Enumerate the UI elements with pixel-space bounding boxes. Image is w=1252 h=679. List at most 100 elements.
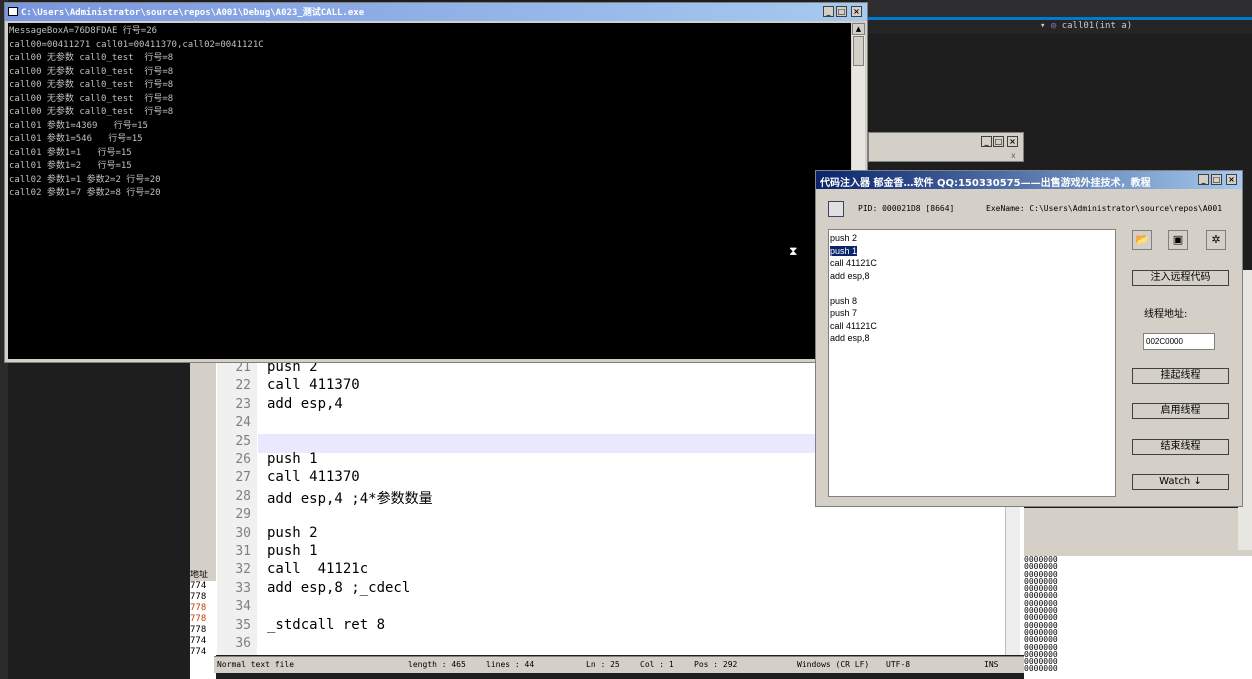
injector-code-line[interactable]: call 41121C — [830, 320, 1114, 333]
method-icon: ◎ — [1050, 21, 1057, 31]
code-injector-dialog: 代码注入器 郁金香…软件 QQ:150330575——出售游戏外挂技术，教程 _… — [815, 170, 1243, 507]
line-number: 25 — [235, 433, 251, 449]
member-dropdown[interactable]: ▾ ◎ call01(int a) — [1040, 20, 1132, 32]
minimize-button[interactable]: _ — [981, 136, 992, 147]
injector-titlebar[interactable]: 代码注入器 郁金香…软件 QQ:150330575——出售游戏外挂技术，教程 _… — [816, 171, 1242, 189]
exe-name: ExeName: C:\Users\Administrator\source\r… — [986, 204, 1223, 213]
inject-code-button[interactable]: 注入远程代码 — [1132, 270, 1229, 286]
console-text: MessageBoxA=76D8FDAE 行号=26 call00=0041127… — [9, 25, 264, 201]
console-line: call00 无参数 call0_test 行号=8 — [9, 66, 174, 77]
line-number: 27 — [235, 470, 251, 486]
console-line: call00 无参数 call0_test 行号=8 — [9, 93, 174, 104]
status-encoding: UTF-8 — [886, 660, 911, 669]
resume-thread-button[interactable]: 启用线程 — [1132, 403, 1229, 419]
editor-status-bar: Normal text file length : 465 lines : 44… — [214, 656, 1024, 673]
select-process-icon[interactable] — [828, 201, 844, 217]
address-value: 774 — [190, 581, 207, 591]
line-number: 24 — [235, 415, 251, 431]
open-folder-icon[interactable]: 📂 — [1132, 230, 1152, 250]
code-line[interactable]: call 411370 — [267, 469, 360, 485]
code-line[interactable]: push 1 — [267, 543, 318, 559]
code-line[interactable]: push 1 — [267, 451, 318, 467]
close-button[interactable]: × — [1226, 174, 1237, 185]
code-line[interactable]: _stdcall ret 8 — [267, 617, 385, 633]
settings-icon[interactable]: ✲ — [1206, 230, 1226, 250]
code-line[interactable]: push 2 — [267, 525, 318, 541]
line-number: 34 — [235, 599, 251, 615]
code-input[interactable]: push 2 push 1 call 41121C add esp,8 push 8 pu… — [828, 229, 1116, 497]
console-line: call00 无参数 call0_test 行号=8 — [9, 80, 174, 90]
injector-code-line[interactable]: add esp,8 — [830, 332, 1114, 345]
console-line: call02 参数1=7 参数2=8 行号=20 — [9, 188, 161, 198]
console-line: call00=00411271 call01=00411370,call02=0… — [9, 39, 264, 50]
injector-title: 代码注入器 郁金香…软件 QQ:150330575——出售游戏外挂技术，教程 — [820, 178, 1151, 189]
injector-code-text: add esp,8 — [830, 270, 870, 281]
line-number: 33 — [235, 580, 251, 596]
status-file-type: Normal text file — [217, 660, 295, 669]
thread-address-label: 线程地址: — [1144, 309, 1188, 320]
maximize-button[interactable]: □ — [993, 136, 1004, 147]
address-value: 774 — [190, 636, 207, 646]
injector-code-line[interactable]: call 41121C — [830, 257, 1114, 270]
close-button[interactable]: × — [1007, 136, 1018, 147]
injector-code-text: push 8 — [830, 295, 858, 306]
line-number: 22 — [235, 378, 251, 394]
maximize-button[interactable]: □ — [836, 6, 847, 17]
code-line[interactable]: add esp,8 ;_cdecl — [267, 580, 410, 596]
injector-code-line[interactable]: push 1 — [830, 245, 1114, 258]
console-titlebar[interactable]: C:\Users\Administrator\source\repos\A001… — [5, 3, 867, 21]
status-eol: Windows (CR LF) — [797, 660, 870, 669]
address-value: 778 — [190, 614, 207, 624]
scroll-up-arrow-icon[interactable]: ▲ — [852, 23, 865, 35]
console-line: call00 无参数 call0_test 行号=8 — [9, 53, 174, 63]
line-number: 26 — [235, 452, 251, 467]
status-length: length : 465 — [408, 660, 466, 669]
injector-code-line[interactable] — [830, 282, 1114, 295]
close-button[interactable]: × — [851, 6, 862, 17]
address-header: 地址 — [190, 570, 216, 581]
address-value: 778 — [190, 592, 207, 602]
current-line-highlight — [258, 434, 818, 453]
console-window: C:\Users\Administrator\source\repos\A001… — [4, 2, 868, 363]
watch-button[interactable]: Watch ↓ — [1132, 474, 1229, 490]
ide-titlebar — [868, 0, 1252, 18]
minimize-button[interactable]: _ — [823, 6, 834, 17]
injector-code-line[interactable]: push 2 — [830, 232, 1114, 245]
console-line: call02 参数1=1 参数2=2 行号=20 — [9, 174, 161, 185]
injector-code-line[interactable]: push 8 — [830, 295, 1114, 308]
console-line: MessageBoxA=76D8FDAE 行号=26 — [9, 26, 158, 36]
thread-address-field[interactable]: 002C0000 — [1143, 333, 1215, 350]
line-number: 35 — [235, 617, 251, 633]
line-number: 30 — [235, 525, 251, 541]
injector-code-text: add esp,8 — [830, 333, 870, 343]
suspend-thread-button[interactable]: 挂起线程 — [1132, 368, 1229, 384]
console-app-icon — [8, 7, 18, 16]
hourglass-icon: ⧗ — [789, 244, 798, 258]
memory-hex-column: 0000000 0000000 0000000 0000000 0000000 00000… — [1024, 556, 1066, 679]
console-title: C:\Users\Administrator\source\repos\A001… — [21, 8, 365, 18]
console-line: call01 参数1=1 行号=15 — [9, 147, 132, 158]
code-line[interactable]: call 411370 — [267, 377, 360, 393]
code-line[interactable]: add esp,4 ;4*参数数量 — [267, 488, 433, 508]
code-line[interactable]: call 41121c — [267, 561, 368, 577]
status-lines: lines : 44 — [486, 660, 535, 669]
memory-dump-area — [1066, 556, 1252, 679]
terminate-thread-button[interactable]: 结束线程 — [1132, 439, 1229, 455]
injector-code-text: push 1 — [830, 245, 858, 256]
line-number: 28 — [235, 488, 251, 504]
line-number: 31 — [235, 544, 251, 559]
minimize-button[interactable]: _ — [1198, 174, 1209, 185]
status-col: Col : 1 — [640, 660, 674, 669]
window-mark: x — [1011, 151, 1016, 160]
save-icon[interactable]: ▣ — [1168, 230, 1188, 250]
injector-code-text: call 41121C — [830, 258, 877, 268]
address-value: 778 — [190, 625, 207, 635]
injector-code-text: push 7 — [830, 308, 858, 318]
console-scroll-thumb[interactable] — [853, 36, 864, 66]
injector-code-line[interactable]: push 7 — [830, 307, 1114, 320]
injector-code-line[interactable]: add esp,8 — [830, 270, 1114, 283]
status-mode: INS — [984, 660, 999, 669]
maximize-button[interactable]: □ — [1211, 174, 1222, 185]
process-id: PID: 000021D8 [8664] — [858, 204, 955, 213]
code-line[interactable]: add esp,4 — [267, 396, 343, 412]
